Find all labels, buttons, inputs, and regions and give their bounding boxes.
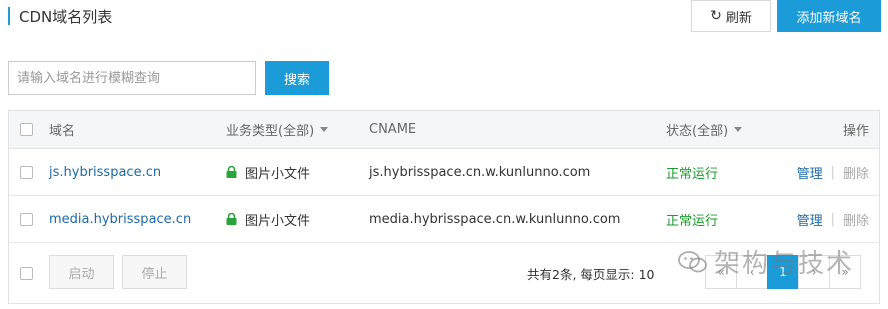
table-row: js.hybrisspace.cn 图片小文件 js.hybrisspace.c…	[9, 149, 879, 196]
add-domain-button[interactable]: 添加新域名	[777, 0, 881, 32]
delete-link[interactable]: 删除	[843, 210, 869, 229]
refresh-icon: ↻	[710, 8, 722, 24]
footer-select-all-checkbox[interactable]	[20, 266, 33, 280]
column-header-type-label: 业务类型(全部)	[226, 124, 315, 139]
last-page-button[interactable]: »	[829, 255, 861, 289]
column-header-domain: 域名	[49, 124, 76, 139]
cname-value: js.hybrisspace.cn.w.kunlunno.com	[369, 164, 591, 180]
table-row: media.hybrisspace.cn 图片小文件 media.hybriss…	[9, 196, 879, 243]
table-footer: 启动 停止 共有2条, 每页显示: 10 « ‹ 1 › »	[9, 243, 879, 303]
status-badge: 正常运行	[666, 213, 719, 229]
lock-icon	[226, 166, 237, 178]
prev-page-button[interactable]: ‹	[736, 255, 768, 289]
business-type: 图片小文件	[226, 149, 310, 195]
manage-link[interactable]: 管理	[797, 163, 823, 182]
business-type: 图片小文件	[226, 196, 310, 242]
table-header-row: 域名 业务类型(全部) CNAME 状态(全部) 操作	[9, 111, 879, 149]
domain-link[interactable]: media.hybrisspace.cn	[49, 196, 191, 242]
stop-button[interactable]: 停止	[122, 255, 187, 289]
manage-link[interactable]: 管理	[797, 210, 823, 229]
title-accent-bar	[8, 7, 10, 25]
caret-down-icon	[320, 127, 329, 132]
row-actions: 管理 | 删除	[797, 196, 869, 242]
row-actions: 管理 | 删除	[797, 149, 869, 195]
column-header-cname: CNAME	[369, 122, 417, 137]
page-1-button[interactable]: 1	[767, 255, 799, 289]
page-header: CDN域名列表	[8, 6, 112, 26]
column-header-status-label: 状态(全部)	[666, 124, 729, 139]
action-divider: |	[830, 211, 835, 227]
page-title: CDN域名列表	[19, 7, 113, 26]
business-type-label: 图片小文件	[245, 166, 311, 182]
pagination-summary: 共有2条, 每页显示: 10	[527, 266, 655, 282]
business-type-label: 图片小文件	[245, 213, 311, 229]
caret-down-icon	[734, 127, 743, 132]
refresh-button-label: 刷新	[725, 10, 752, 26]
column-header-status-filter[interactable]: 状态(全部)	[666, 111, 743, 148]
domain-table: 域名 业务类型(全部) CNAME 状态(全部) 操作 js.hybrisspa…	[8, 110, 880, 304]
status-badge: 正常运行	[666, 166, 719, 182]
column-header-ops: 操作	[842, 124, 869, 139]
action-divider: |	[830, 164, 835, 180]
row-checkbox[interactable]	[20, 165, 33, 179]
cname-value: media.hybrisspace.cn.w.kunlunno.com	[369, 211, 621, 227]
first-page-button[interactable]: «	[705, 255, 737, 289]
search-input[interactable]	[8, 61, 256, 95]
refresh-button[interactable]: ↻ 刷新	[691, 0, 771, 32]
domain-link[interactable]: js.hybrisspace.cn	[49, 149, 161, 195]
delete-link[interactable]: 删除	[843, 163, 869, 182]
start-button[interactable]: 启动	[49, 255, 114, 289]
search-button[interactable]: 搜索	[265, 61, 329, 95]
pagination: « ‹ 1 › »	[705, 255, 861, 289]
lock-icon	[226, 213, 237, 225]
next-page-button[interactable]: ›	[798, 255, 830, 289]
column-header-type-filter[interactable]: 业务类型(全部)	[226, 111, 329, 148]
select-all-checkbox[interactable]	[20, 123, 33, 136]
row-checkbox[interactable]	[20, 212, 33, 226]
